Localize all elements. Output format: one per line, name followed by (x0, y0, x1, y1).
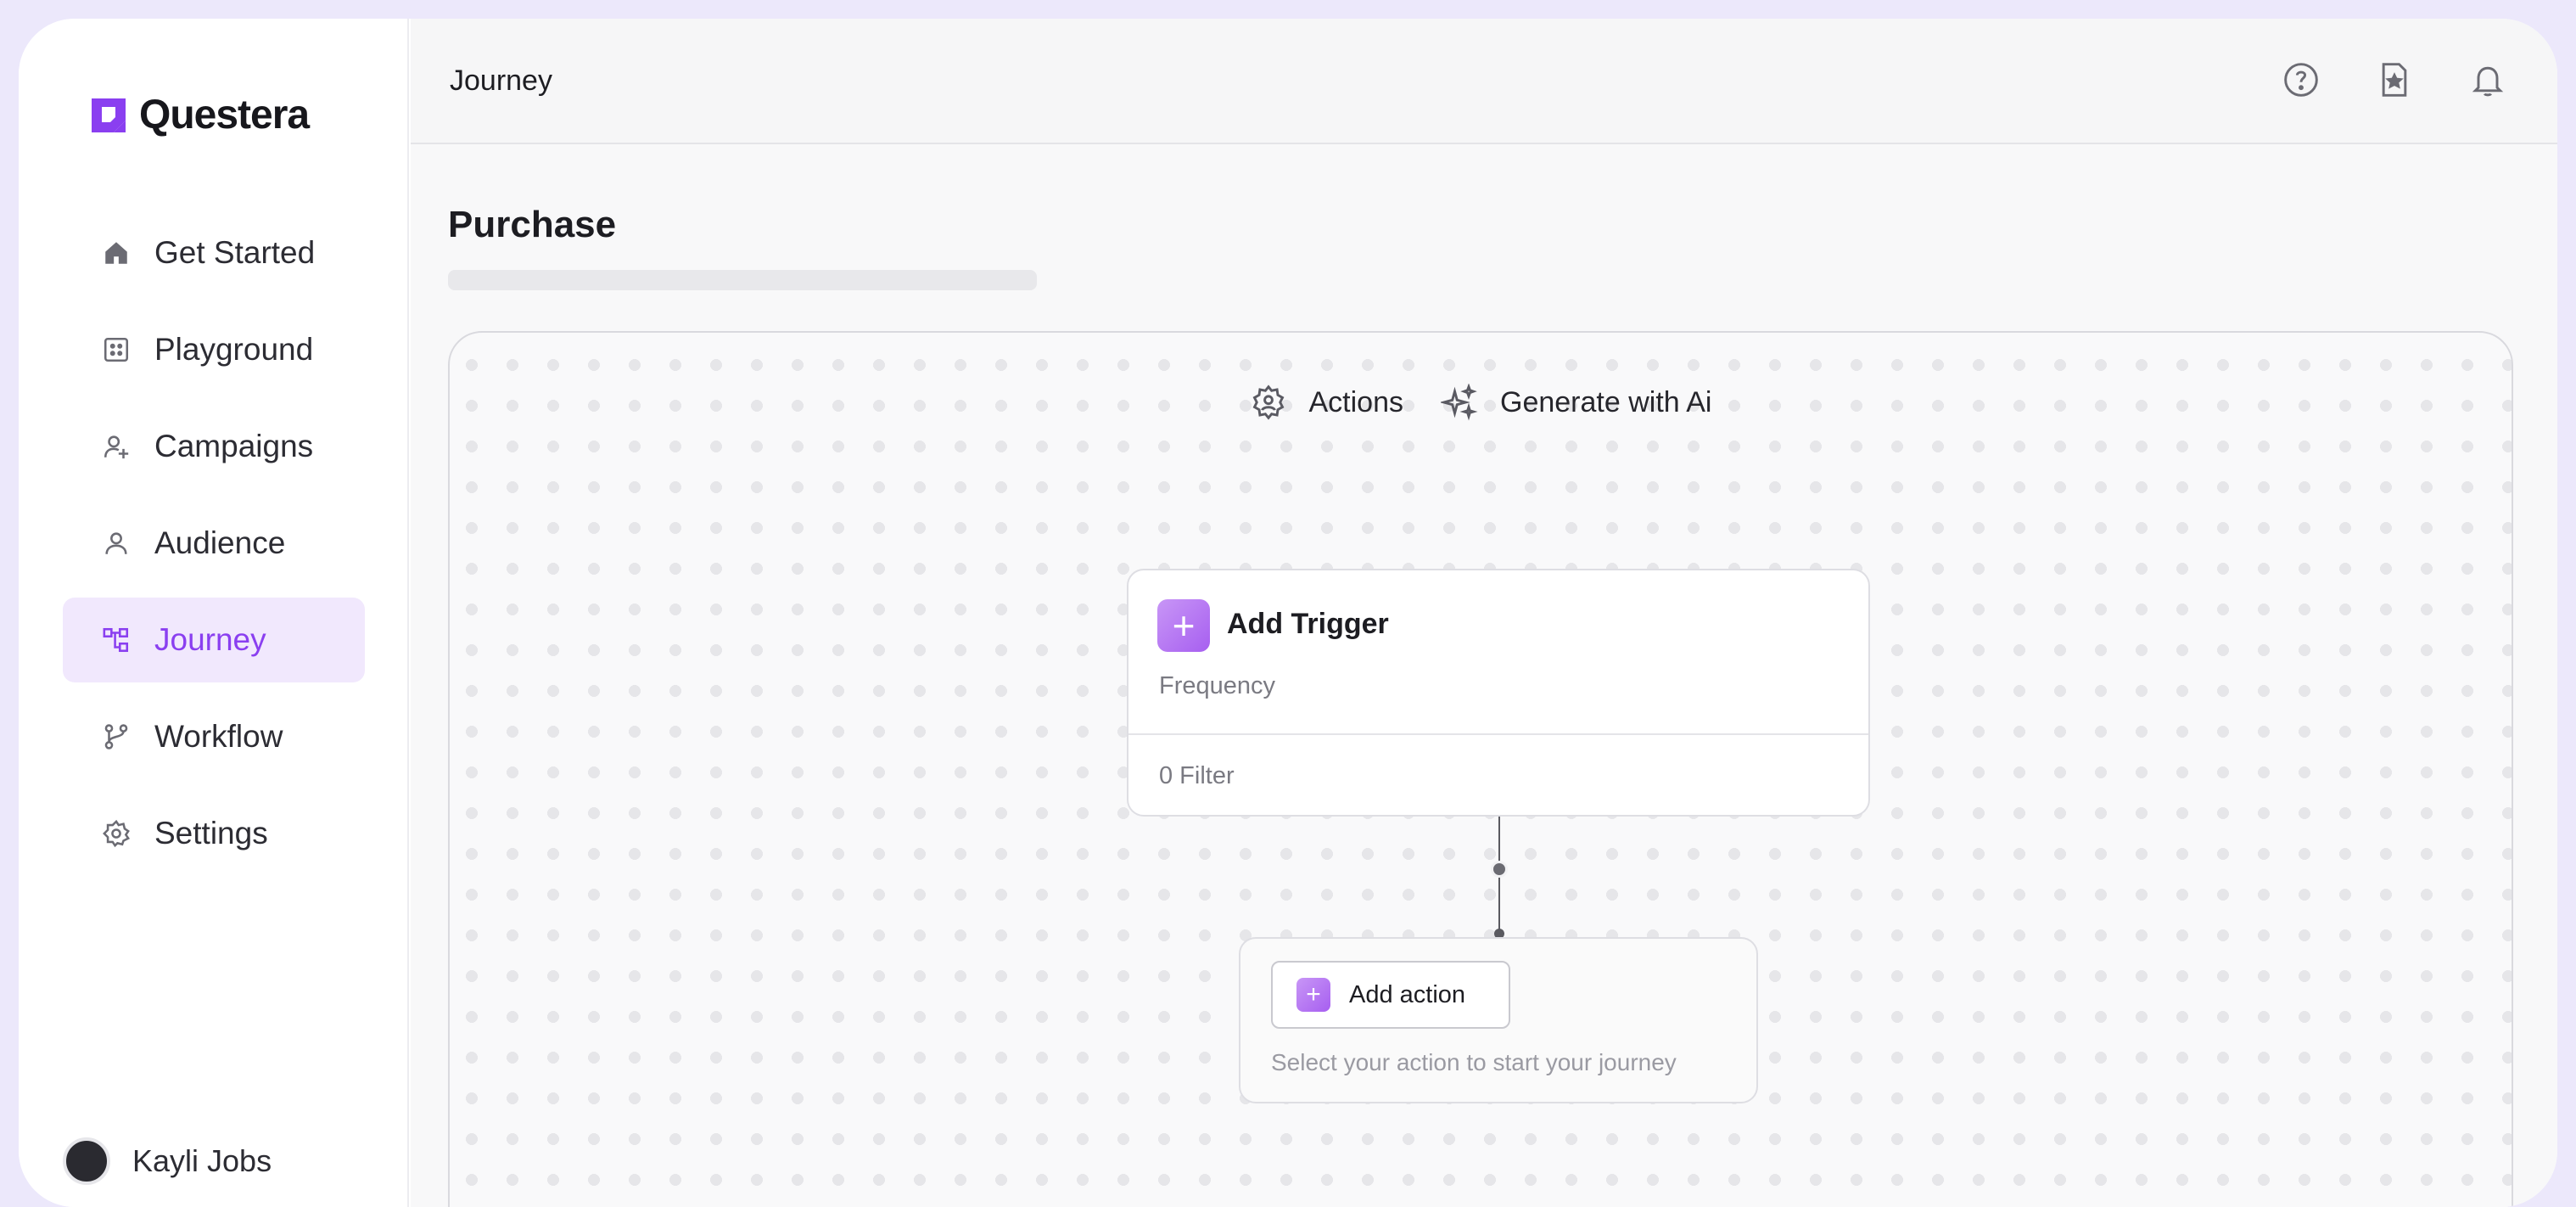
generate-with-ai-label: Generate with Ai (1500, 385, 1712, 418)
gear-icon (103, 819, 131, 848)
action-card: + Add action Select your action to start… (1239, 937, 1758, 1103)
sidebar-item-label: Workflow (154, 719, 283, 754)
app-name: Questera (139, 93, 310, 138)
sidebar-item-journey[interactable]: Journey (63, 598, 365, 682)
plus-icon: + (1296, 978, 1330, 1012)
logo[interactable]: Questera (88, 92, 310, 138)
add-action-label: Add action (1349, 980, 1466, 1008)
sidebar-item-label: Audience (154, 525, 286, 560)
plus-icon: + (1157, 599, 1210, 652)
app-frame: Questera Get Started Playground Campaign… (19, 19, 2557, 1207)
sidebar-item-campaigns[interactable]: Campaigns (63, 404, 365, 489)
journey-icon (103, 627, 129, 653)
sidebar-item-settings[interactable]: Settings (63, 791, 365, 876)
trigger-frequency: Frequency (1159, 672, 1276, 699)
trigger-card[interactable]: + Add Trigger Frequency 0 Filter (1127, 569, 1870, 817)
questera-logo-icon (92, 98, 126, 132)
main-area: Journey Purchase Actions Generate with A… (411, 19, 2557, 1207)
user-plus-icon (104, 435, 129, 459)
action-hint: Select your action to start your journey (1271, 1049, 1677, 1075)
loading-placeholder (448, 270, 1037, 290)
sidebar-item-workflow[interactable]: Workflow (63, 694, 365, 779)
header-title: Journey (450, 65, 552, 97)
canvas-toolbar: Actions Generate with Ai (450, 384, 2512, 421)
page-title: Purchase (448, 204, 617, 245)
sidebar-item-label: Get Started (154, 235, 316, 270)
sidebar-item-label: Journey (154, 622, 266, 657)
actions-icon (1252, 385, 1284, 420)
sidebar-item-label: Playground (154, 332, 314, 367)
home-icon (105, 242, 127, 264)
actions-label: Actions (1308, 385, 1404, 418)
user-name: Kayli Jobs (132, 1143, 272, 1178)
help-icon[interactable] (2282, 61, 2320, 98)
sidebar-item-label: Campaigns (154, 429, 314, 463)
workflow-icon (104, 724, 128, 749)
trigger-filter-count[interactable]: 0 Filter (1159, 762, 1235, 790)
trigger-title: Add Trigger (1227, 608, 1389, 640)
sparkle-icon (1441, 384, 1478, 421)
avatar (63, 1137, 110, 1185)
bell-icon[interactable] (2469, 61, 2506, 98)
sidebar-item-label: Settings (154, 816, 268, 851)
bookmark-icon[interactable] (2376, 61, 2413, 98)
user-icon (105, 532, 127, 554)
sidebar-item-playground[interactable]: Playground (63, 307, 365, 392)
actions-button[interactable]: Actions (1250, 384, 1404, 421)
sidebar: Questera Get Started Playground Campaign… (19, 19, 409, 1207)
generate-with-ai-button[interactable]: Generate with Ai (1441, 384, 1711, 421)
divider (1128, 733, 1868, 735)
grid-icon (104, 337, 129, 362)
sidebar-item-get-started[interactable]: Get Started (63, 211, 365, 295)
sidebar-nav: Get Started Playground Campaigns Audienc… (63, 211, 365, 888)
header-actions (2226, 61, 2506, 98)
topbar: Journey (411, 19, 2557, 144)
add-action-button[interactable]: + Add action (1271, 961, 1510, 1029)
connector-node[interactable] (1491, 861, 1508, 878)
sidebar-item-audience[interactable]: Audience (63, 501, 365, 586)
user-profile[interactable]: Kayli Jobs (63, 1137, 272, 1185)
journey-canvas[interactable]: Actions Generate with Ai + Add Trigger F… (448, 331, 2513, 1207)
